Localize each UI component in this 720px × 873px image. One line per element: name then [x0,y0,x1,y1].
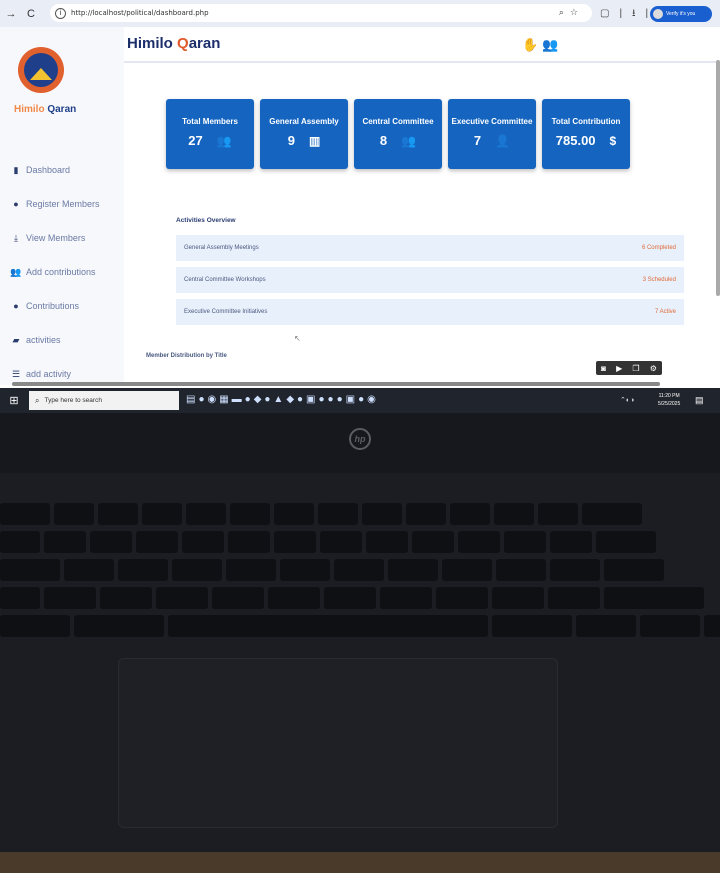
gear-icon[interactable]: ⚙ [650,364,657,373]
list-item: Executive Committee Initiatives 7 Active [176,299,684,325]
sidebar-item-view-members[interactable]: ⤓ View Members [10,221,100,255]
zoom-bookmark-icons[interactable]: ⌕☆ [559,8,584,18]
reload-icon[interactable]: C [22,5,40,23]
sidebar-item-label: activities [26,335,61,345]
search-placeholder: Type here to search [44,397,102,404]
system-tray-icons[interactable]: ⌃◐◑ [620,396,634,404]
distribution-heading: Member Distribution by Title [146,353,227,359]
taskbar-clock[interactable]: 11:20 PM 5/25/2025 [658,392,680,408]
url-text: http://localhost/political/dashboard.php [71,9,209,17]
top-header: Himilo Qaran ✋ 👥 [124,27,720,63]
sidebar-item-add-contributions[interactable]: 👥 Add contributions [10,255,100,289]
sidebar-item-activities[interactable]: ▰ activities [10,323,100,357]
avatar [653,9,663,19]
floor-background [0,852,720,873]
profile-button[interactable]: Verify it's you [650,6,712,22]
taskbar: ⊞ ⌕ Type here to search ▤●◉▦▬●◆●▲◆●▣●●●▣… [0,388,720,413]
header-icons: ✋ 👥 [522,37,558,53]
stat-card-total-contribution[interactable]: Total Contribution 785.00 $ [542,99,630,169]
activity-status: 6 Completed [641,245,676,251]
activity-status: 7 Active [654,309,676,315]
profile-label: Verify it's you [666,11,696,17]
dashboard-icon: ▮ [13,164,19,175]
stat-cards: Total Members 27 👥 General Assembly 9 ▥ Ce… [166,99,636,169]
contributions-add-icon: 👥 [10,266,22,277]
activity-name: Central Committee Workshops [184,277,266,283]
activity-status: 3 Scheduled [642,277,676,283]
clock-date: 5/25/2025 [658,401,681,407]
stat-title: Central Committee [362,117,434,126]
stat-value: 27 [188,133,203,148]
stat-value: 9 [287,133,295,148]
horizontal-scrollbar[interactable] [12,382,660,386]
stat-card-general-assembly[interactable]: General Assembly 9 ▥ [260,99,348,169]
add-activity-icon: ☰ [11,368,21,379]
users-icon: 👥 [542,37,559,52]
register-icon: ● [13,199,19,209]
vertical-scrollbar[interactable] [716,60,720,296]
stat-value: 7 [473,133,482,148]
stat-card-total-members[interactable]: Total Members 27 👥 [166,99,254,169]
sidebar-item-dashboard[interactable]: ▮ Dashboard [10,153,100,187]
view-members-icon: ⤓ [14,232,18,243]
stat-value: 785.00 [555,133,596,148]
video-icon[interactable]: ▶ [616,364,622,373]
address-bar[interactable]: i http://localhost/political/dashboard.p… [50,4,592,22]
stat-value: 8 [379,133,388,148]
user-icon: 👤 [495,133,511,148]
copy-icon[interactable]: ❐ [632,364,639,373]
building-icon: ▥ [308,133,321,148]
users-icon: 👥 [401,133,417,148]
users-icon: 👥 [216,133,232,148]
list-item: General Assembly Meetings 6 Completed [176,235,684,261]
activities-heading: Activities Overview [176,217,236,224]
sidebar-menu: ▮ Dashboard ● Register Members ⤓ View Me… [10,153,100,391]
activities-list: General Assembly Meetings 6 Completed Ce… [176,235,684,331]
main-content: Himilo Qaran ✋ 👥 Total Members 27 👥 Genera… [124,27,720,385]
contributions-icon: ● [13,301,19,311]
sidebar-item-label: View Members [26,233,86,243]
laptop-screen: → C i http://localhost/political/dashboa… [0,0,720,413]
sidebar-item-label: Dashboard [26,165,71,175]
camera-icon[interactable]: ◙ [601,364,606,373]
activity-name: General Assembly Meetings [184,245,259,251]
stat-title: General Assembly [269,117,339,126]
sidebar-item-contributions[interactable]: ● Contributions [10,289,100,323]
activity-name: Executive Committee Initiatives [184,309,268,315]
sidebar: Himilo Qaran ▮ Dashboard ● Register Memb… [0,27,124,385]
logo [18,47,64,93]
sidebar-item-label: add activity [26,369,72,379]
stat-card-central-committee[interactable]: Central Committee 8 👥 [354,99,442,169]
clock-time: 11:20 PM [658,393,680,399]
browser-toolbar: → C i http://localhost/political/dashboa… [0,0,720,27]
stat-title: Executive Committee [451,117,533,126]
search-icon: ⌕ [35,395,40,405]
screenshot-toolbar[interactable]: ◙ ▶ ❐ ⚙ [596,361,662,375]
handshake-icon: ✋ [522,37,539,52]
site-info-icon[interactable]: i [55,7,66,19]
sidebar-item-label: Register Members [26,199,100,209]
stat-card-executive-committee[interactable]: Executive Committee 7 👤 [448,99,536,169]
activities-icon: ▰ [12,334,20,345]
windows-start-icon[interactable]: ⊞ [4,394,24,407]
touchpad [118,658,558,828]
sidebar-item-register-members[interactable]: ● Register Members [10,187,100,221]
sidebar-brand: Himilo Qaran [14,104,77,115]
mouse-cursor-icon: ↖ [294,334,301,343]
sidebar-item-label: Add contributions [26,267,96,277]
stat-title: Total Members [182,117,238,126]
page-title: Himilo Qaran [127,35,221,52]
taskbar-app-icons[interactable]: ▤●◉▦▬●◆●▲◆●▣●●●▣●◉ [186,394,379,405]
dollar-icon: $ [609,133,617,148]
sidebar-item-label: Contributions [26,301,80,311]
forward-icon[interactable]: → [2,5,20,23]
list-item: Central Committee Workshops 3 Scheduled [176,267,684,293]
hp-logo-icon: hp [349,428,371,450]
stat-title: Total Contribution [551,117,621,126]
notification-icon[interactable]: ▤ [695,395,704,406]
taskbar-search[interactable]: ⌕ Type here to search [29,391,179,410]
